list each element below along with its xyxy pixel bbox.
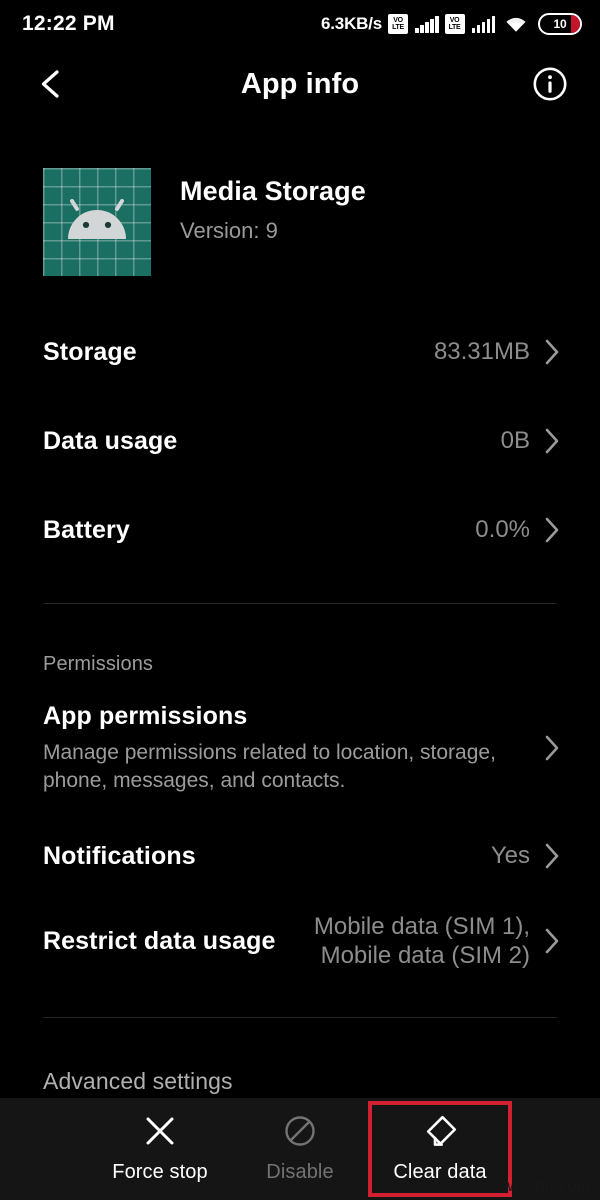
app-name: Media Storage — [180, 176, 366, 206]
divider-permissions-advanced — [43, 1017, 557, 1018]
row-storage-label: Storage — [43, 337, 137, 366]
app-info-help-button[interactable] — [528, 62, 572, 106]
row-restrict-data-usage-label: Restrict data usage — [43, 926, 276, 955]
bottom-action-bar: Force stop Disable Clear data wsxdn.com — [0, 1098, 600, 1200]
row-data-usage-value: 0B — [500, 427, 530, 454]
battery-icon: 10 — [538, 13, 582, 35]
row-restrict-data-usage-right: Mobile data (SIM 1), Mobile data (SIM 2) — [314, 912, 560, 971]
chevron-right-icon — [545, 517, 559, 543]
clear-data-label: Clear data — [393, 1161, 487, 1183]
signal-bars-sim2-icon — [471, 15, 495, 33]
info-circle-icon — [533, 67, 567, 101]
chevron-right-icon — [545, 928, 559, 954]
row-notifications-value: Yes — [490, 842, 530, 869]
row-battery[interactable]: Battery 0.0% — [43, 510, 560, 550]
row-data-usage-right: 0B — [501, 427, 560, 455]
row-battery-label: Battery — [43, 515, 130, 544]
volte-sim2-icon: VO LTE — [444, 14, 465, 34]
row-notifications-right: Yes — [491, 842, 560, 870]
app-identity-header: Media Storage Version: 9 — [43, 168, 557, 284]
row-restrict-data-usage-value: Mobile data (SIM 1), Mobile data (SIM 2) — [314, 912, 530, 971]
app-meta: Media Storage Version: 9 — [180, 168, 366, 244]
clear-data-button[interactable]: Clear data — [368, 1101, 512, 1197]
status-bar-clock: 12:22 PM — [22, 12, 115, 35]
block-circle-icon — [285, 1116, 315, 1146]
restrict-value-line-2: Mobile data (SIM 2) — [320, 942, 530, 969]
battery-level-text: 10 — [553, 17, 567, 31]
chevron-right-icon — [545, 843, 559, 869]
row-restrict-data-usage[interactable]: Restrict data usage Mobile data (SIM 1),… — [43, 912, 560, 970]
force-stop-label: Force stop — [112, 1161, 208, 1183]
back-button[interactable] — [28, 62, 72, 106]
eraser-icon — [426, 1115, 457, 1146]
row-data-usage[interactable]: Data usage 0B — [43, 421, 560, 461]
android-robot-icon — [68, 198, 126, 239]
network-speed-text: 6.3KB/s — [321, 14, 382, 33]
row-notifications[interactable]: Notifications Yes — [43, 836, 560, 876]
disable-button: Disable — [230, 1103, 370, 1195]
chevron-right-icon — [545, 428, 559, 454]
row-data-usage-label: Data usage — [43, 426, 178, 455]
app-bar: App info — [0, 48, 600, 120]
app-permissions-description: Manage permissions related to location, … — [43, 741, 496, 792]
disable-label: Disable — [266, 1161, 334, 1183]
volte-sim2-bottom: LTE — [448, 24, 461, 31]
divider-usage-permissions — [43, 603, 557, 604]
chevron-left-icon — [41, 70, 59, 98]
section-label-advanced-settings: Advanced settings — [43, 1068, 233, 1094]
app-permissions-text: App permissions Manage permissions relat… — [43, 702, 528, 794]
wifi-icon — [504, 14, 528, 34]
row-battery-right: 0.0% — [475, 516, 560, 544]
row-storage-value: 83.31MB — [433, 338, 530, 365]
app-version: Version: 9 — [180, 218, 278, 243]
row-storage[interactable]: Storage 83.31MB — [43, 332, 560, 372]
site-watermark: wsxdn.com — [507, 1178, 590, 1195]
chevron-right-icon — [545, 339, 559, 365]
row-battery-value: 0.0% — [475, 516, 530, 543]
page-title: App info — [240, 67, 360, 100]
volte-sim1-bottom: LTE — [392, 24, 404, 31]
signal-bars-sim1-icon — [415, 15, 439, 33]
status-bar: 12:22 PM 6.3KB/s VO LTE VO LTE 10 — [0, 0, 600, 48]
app-info-screen: 12:22 PM 6.3KB/s VO LTE VO LTE 10 App in… — [0, 0, 600, 1200]
row-storage-right: 83.31MB — [434, 338, 560, 366]
row-notifications-label: Notifications — [43, 841, 196, 870]
app-permissions-title: App permissions — [43, 702, 248, 730]
status-bar-indicators: 6.3KB/s VO LTE VO LTE 10 — [321, 13, 582, 35]
app-icon — [43, 168, 151, 276]
row-app-permissions[interactable]: App permissions Manage permissions relat… — [43, 702, 560, 794]
battery-low-fill — [571, 15, 580, 33]
chevron-right-icon — [545, 735, 559, 761]
close-x-icon — [146, 1117, 174, 1145]
volte-sim2-top: VO — [449, 17, 460, 24]
force-stop-button[interactable]: Force stop — [90, 1103, 230, 1195]
volte-sim1-top: VO — [393, 17, 403, 24]
section-label-permissions: Permissions — [43, 653, 154, 675]
volte-sim1-icon: VO LTE — [388, 14, 408, 34]
restrict-value-line-1: Mobile data (SIM 1), — [313, 912, 530, 940]
